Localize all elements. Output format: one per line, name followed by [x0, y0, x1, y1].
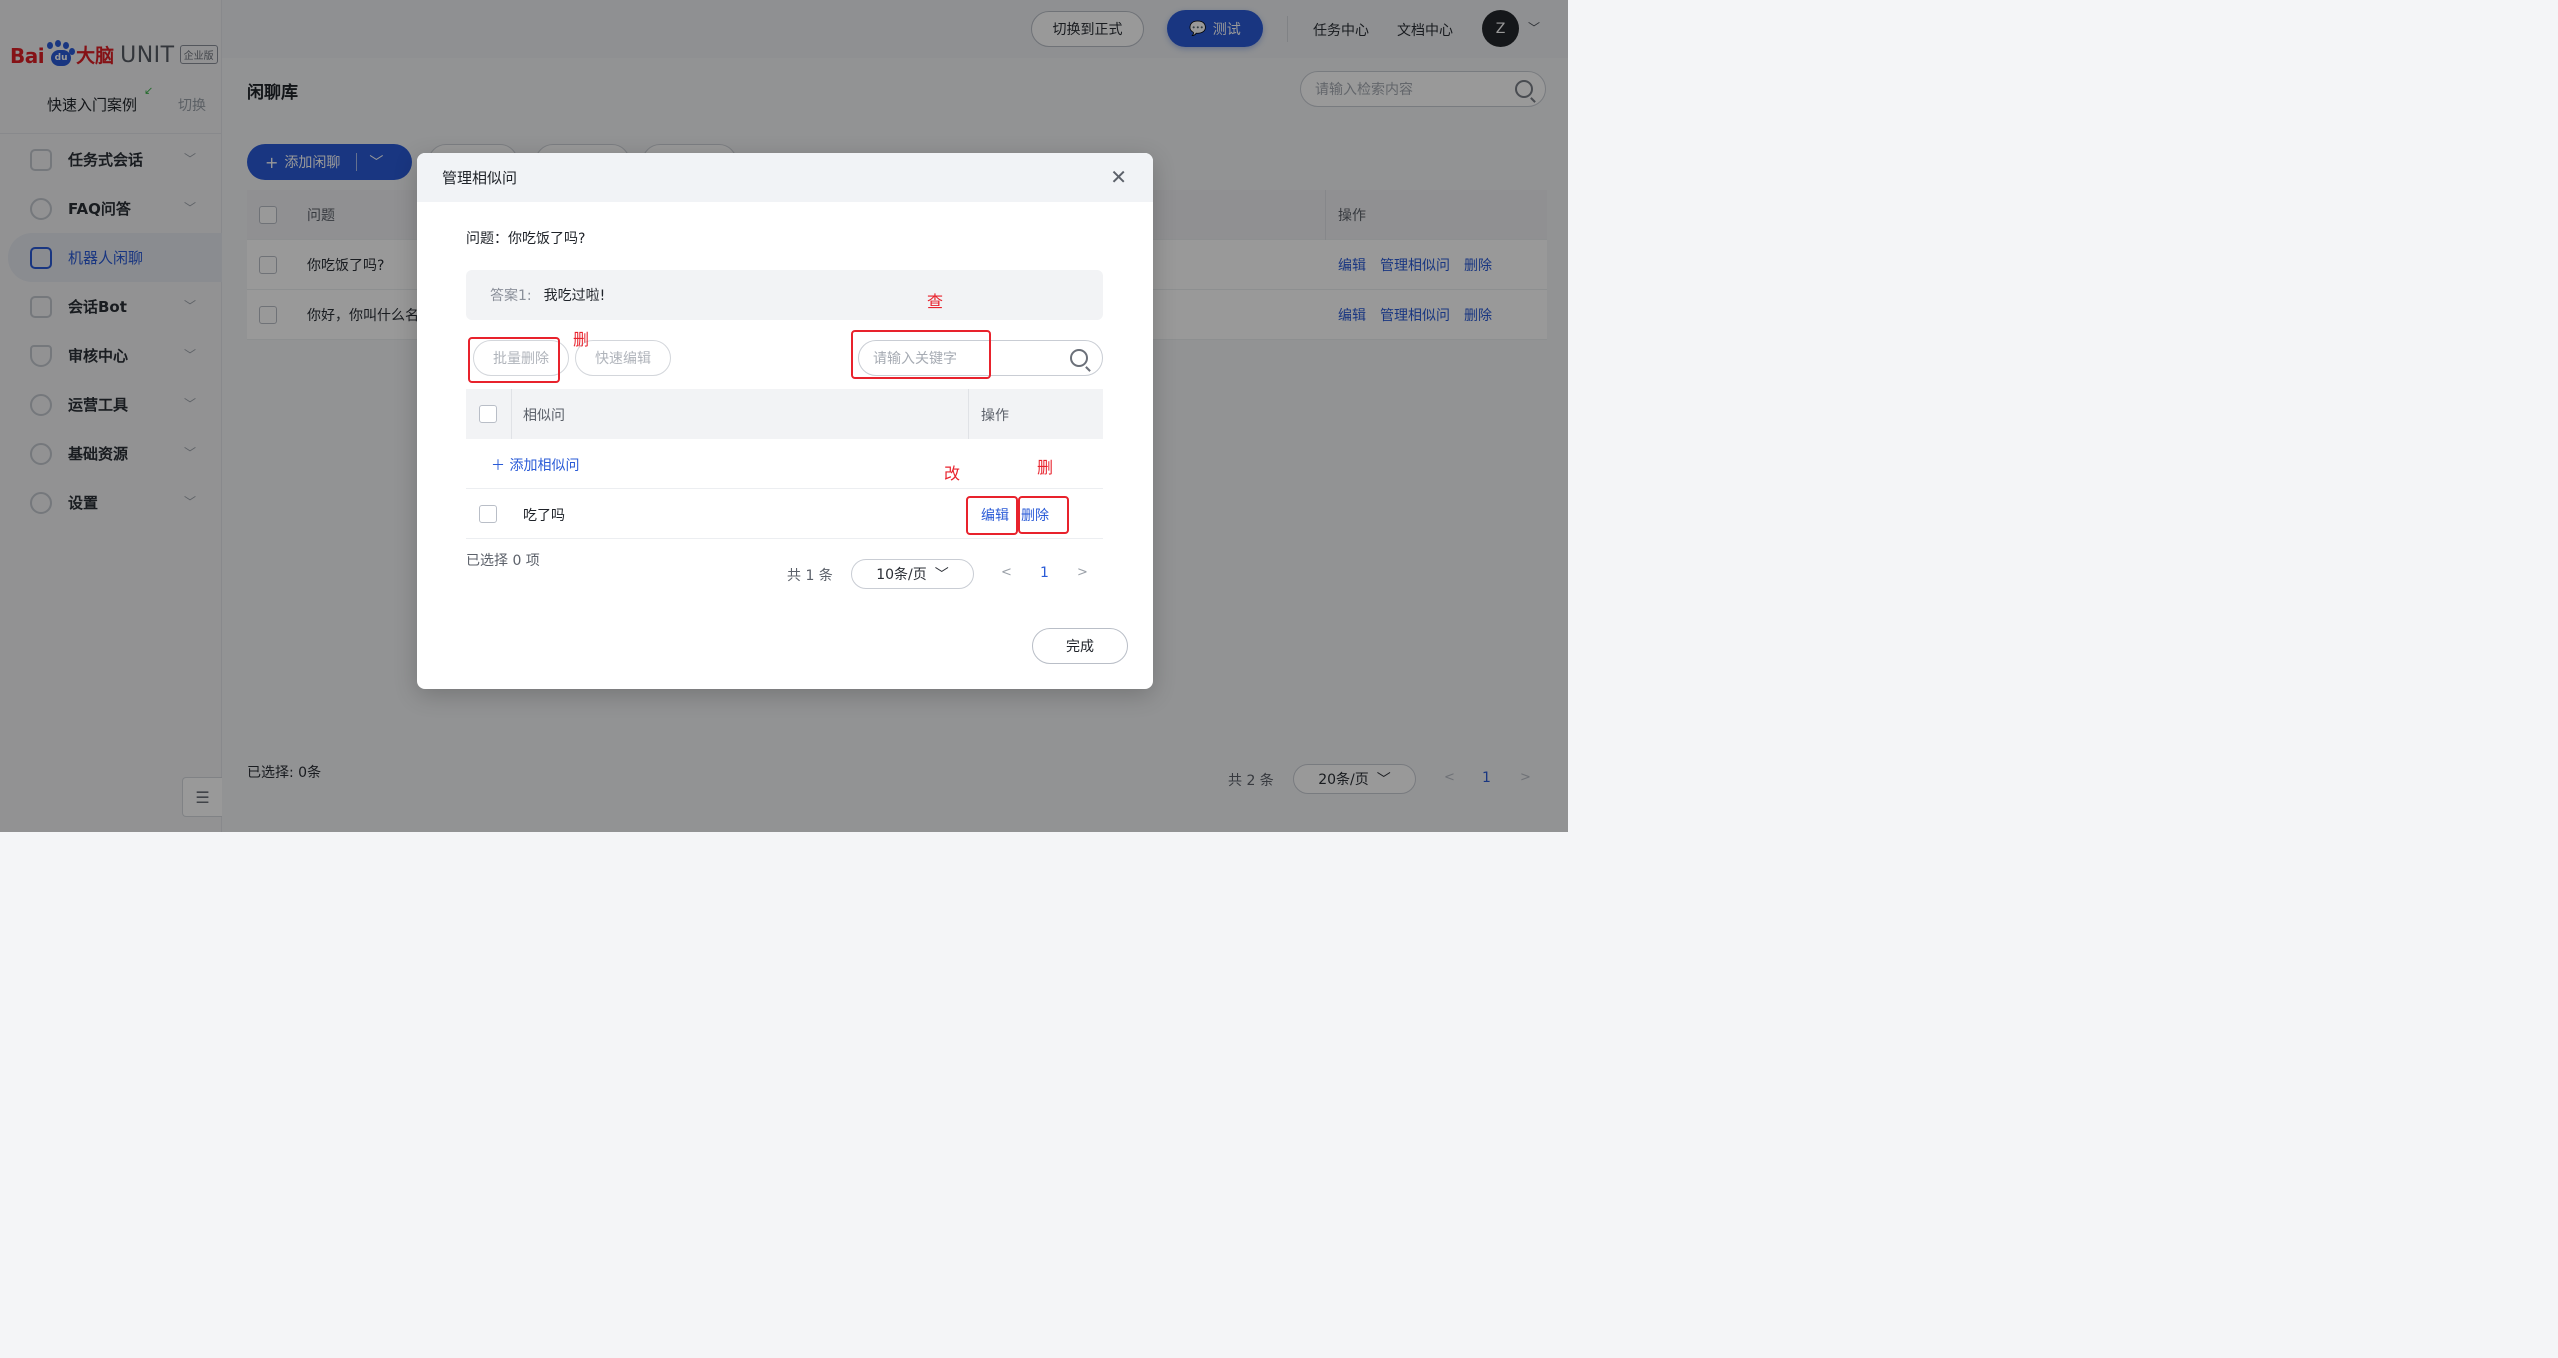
add-similar-row: ＋ 添加相似问 [466, 439, 1103, 489]
annotation-box-edit [966, 496, 1018, 535]
annotation-box-delete [1018, 496, 1069, 534]
page-size-value: 10条/页 [876, 567, 927, 583]
annotation-query-label: 查 [927, 292, 944, 311]
dialog-title: 管理相似问 [442, 169, 518, 187]
similar-question-text: 吃了吗 [523, 508, 565, 524]
add-similar-link[interactable]: ＋ 添加相似问 [491, 455, 579, 475]
next-page-icon[interactable]: > [1077, 565, 1088, 580]
column-divider [968, 389, 969, 439]
answer-value: 我吃过啦! [543, 288, 606, 304]
annotation-row-delete-label: 删 [1037, 458, 1054, 477]
question-label: 问题：你吃饭了吗? [466, 231, 586, 247]
search-icon[interactable] [1070, 349, 1088, 367]
page-size-select[interactable]: 10条/页 ﹀ [851, 559, 974, 589]
answer-key: 答案1: [490, 288, 532, 304]
page-number[interactable]: 1 [1040, 565, 1049, 581]
close-icon[interactable]: ✕ [1110, 165, 1127, 189]
selected-count: 已选择 0 项 [466, 553, 540, 569]
column-divider [511, 389, 512, 439]
annotation-box-search [851, 330, 991, 379]
prev-page-icon[interactable]: < [1001, 565, 1012, 580]
table-header: 相似问 操作 [466, 389, 1103, 439]
manage-similar-dialog: 管理相似问 ✕ 问题：你吃饭了吗? 答案1: 我吃过啦! 批量删除 快速编辑 请… [417, 153, 1153, 689]
answer-box: 答案1: 我吃过啦! [466, 270, 1103, 320]
column-header-similar: 相似问 [523, 408, 565, 424]
annotation-edit-label: 改 [944, 464, 961, 483]
dialog-header: 管理相似问 [417, 153, 1153, 202]
total-count: 共 1 条 [787, 568, 833, 584]
plus-icon: ＋ [491, 458, 510, 474]
column-header-actions: 操作 [981, 408, 1009, 424]
done-button[interactable]: 完成 [1032, 628, 1128, 664]
chevron-down-icon: ﹀ [934, 567, 949, 583]
annotation-delete-label: 删 [573, 330, 590, 349]
quick-edit-button[interactable]: 快速编辑 [575, 340, 671, 376]
annotation-box-batch-delete [468, 337, 560, 383]
row-checkbox[interactable] [479, 505, 497, 523]
add-similar-label: 添加相似问 [509, 458, 580, 474]
select-all-checkbox[interactable] [479, 405, 497, 423]
